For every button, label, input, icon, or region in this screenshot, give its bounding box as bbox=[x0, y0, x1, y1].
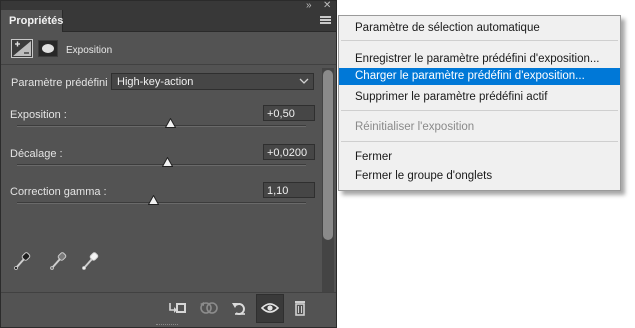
exposure-icon[interactable] bbox=[11, 39, 33, 58]
panel-options-menu: Paramètre de sélection automatique Enreg… bbox=[338, 15, 621, 191]
menu-item-close-tab-group[interactable]: Fermer le groupe d'onglets bbox=[339, 168, 620, 185]
menu-item-close[interactable]: Fermer bbox=[339, 149, 620, 166]
menu-item-auto-select[interactable]: Paramètre de sélection automatique bbox=[339, 20, 620, 37]
menu-item-load-preset[interactable]: Charger le paramètre prédéfini d'exposit… bbox=[339, 68, 620, 85]
view-previous-state-icon[interactable] bbox=[199, 299, 219, 317]
exposure-field[interactable]: +0,50 bbox=[263, 105, 315, 121]
eye-icon bbox=[261, 303, 279, 313]
adjustment-header: Exposition bbox=[1, 32, 336, 65]
menu-separator bbox=[341, 40, 618, 41]
tab-properties[interactable]: Propriétés bbox=[1, 10, 63, 32]
reset-icon[interactable] bbox=[230, 299, 250, 317]
menu-lines-icon[interactable] bbox=[320, 16, 331, 25]
gamma-field[interactable]: 1,10 bbox=[263, 182, 315, 198]
panel-top-strip: » ✕ bbox=[1, 1, 336, 11]
menu-item-save-preset[interactable]: Enregistrer le paramètre prédéfini d'exp… bbox=[339, 51, 620, 68]
close-icon[interactable]: ✕ bbox=[323, 1, 331, 11]
scrollbar-thumb[interactable] bbox=[323, 70, 333, 240]
menu-separator bbox=[341, 141, 618, 142]
double-chevron-icon[interactable]: » bbox=[306, 1, 311, 11]
properties-panel: » ✕ Propriétés Exposition Paramètre préd… bbox=[0, 0, 337, 328]
preset-label: Paramètre prédéfini : bbox=[11, 77, 114, 89]
menu-item-reset-exposure: Réinitialiser l'exposition bbox=[355, 121, 475, 133]
chevron-down-icon bbox=[299, 78, 309, 84]
offset-slider[interactable] bbox=[17, 157, 306, 167]
preset-value: High-key-action bbox=[117, 76, 194, 88]
exposure-slider-thumb[interactable] bbox=[165, 118, 177, 128]
offset-field[interactable]: +0,0200 bbox=[263, 144, 315, 160]
white-point-eyedropper-icon[interactable] bbox=[81, 251, 99, 271]
resize-grip[interactable] bbox=[156, 324, 178, 326]
clip-to-layer-icon[interactable] bbox=[168, 299, 188, 317]
menu-separator bbox=[341, 110, 618, 111]
panel-bottom-bar bbox=[1, 292, 336, 323]
black-point-eyedropper-icon[interactable] bbox=[13, 251, 31, 271]
gamma-slider[interactable] bbox=[17, 195, 306, 205]
exposure-label: Exposition : bbox=[10, 109, 67, 121]
visibility-toggle-button[interactable] bbox=[256, 294, 284, 323]
gamma-slider-thumb[interactable] bbox=[147, 195, 159, 205]
gray-point-eyedropper-icon[interactable] bbox=[49, 251, 67, 271]
mask-icon[interactable] bbox=[38, 40, 58, 57]
preset-select[interactable]: High-key-action bbox=[111, 73, 314, 90]
exposure-slider[interactable] bbox=[17, 118, 306, 128]
trash-icon[interactable] bbox=[290, 299, 310, 317]
menu-item-delete-preset[interactable]: Supprimer le paramètre prédéfini actif bbox=[339, 89, 620, 106]
panel-tab-bar: Propriétés bbox=[1, 10, 336, 32]
panel-scrollbar[interactable] bbox=[322, 68, 334, 292]
adjustment-title: Exposition bbox=[66, 45, 113, 56]
gamma-label: Correction gamma : bbox=[10, 186, 107, 198]
offset-slider-thumb[interactable] bbox=[162, 157, 174, 167]
offset-label: Décalage : bbox=[10, 148, 63, 160]
